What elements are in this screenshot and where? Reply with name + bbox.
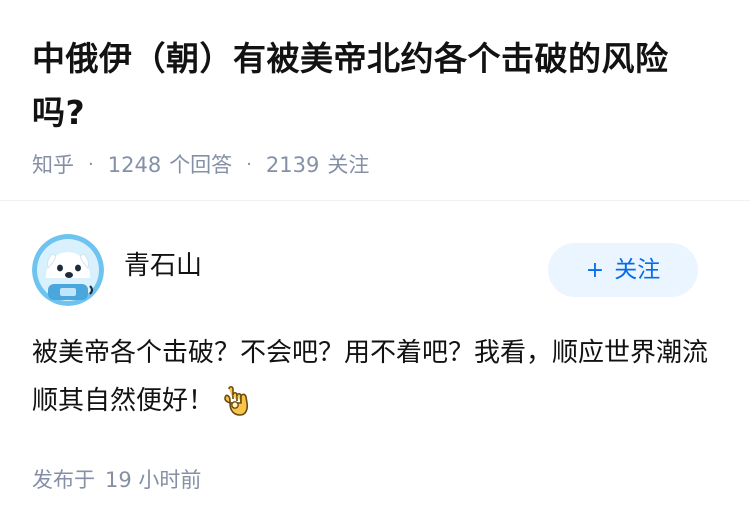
- answer-count: 1248: [107, 153, 162, 177]
- follower-count: 2139: [265, 153, 320, 177]
- published-time: 19 小时前: [105, 468, 202, 492]
- answer-page: 中俄伊（朝）有被美帝北约各个击破的风险吗? 知乎 · 1248 个回答 · 21…: [0, 0, 750, 532]
- meta-separator: ·: [246, 154, 252, 175]
- astronaut-dog-avatar-icon: [32, 234, 104, 306]
- section-divider: [0, 200, 750, 201]
- published-info: 发布于 19 小时前: [32, 465, 201, 495]
- meta-separator: ·: [88, 154, 94, 175]
- answer-count-label[interactable]: 个回答: [169, 150, 232, 180]
- question-meta: 知乎 · 1248 个回答 · 2139 关注: [32, 150, 718, 180]
- answer-content[interactable]: 被美帝各个击破？不会吧？用不着吧？我看，顺应世界潮流顺其自然便好！: [32, 329, 712, 433]
- follow-button-label: 关注: [614, 257, 661, 283]
- source-label[interactable]: 知乎: [32, 150, 74, 180]
- author-row: 青石山 + 关注: [32, 234, 698, 306]
- question-title[interactable]: 中俄伊（朝）有被美帝北约各个击破的风险吗?: [32, 32, 718, 140]
- follower-count-label: 关注: [327, 153, 370, 177]
- published-label: 发布于: [32, 468, 95, 492]
- question-header: 中俄伊（朝）有被美帝北约各个击破的风险吗? 知乎 · 1248 个回答 · 21…: [0, 0, 750, 180]
- answer-text: 被美帝各个击破？不会吧？用不着吧？我看，顺应世界潮流顺其自然便好！: [32, 338, 709, 416]
- author-name[interactable]: 青石山: [124, 248, 202, 284]
- avatar[interactable]: [32, 234, 104, 306]
- ok-hand-emoji-icon: [220, 383, 250, 433]
- plus-icon: +: [585, 258, 605, 283]
- follow-button[interactable]: + 关注: [548, 243, 698, 297]
